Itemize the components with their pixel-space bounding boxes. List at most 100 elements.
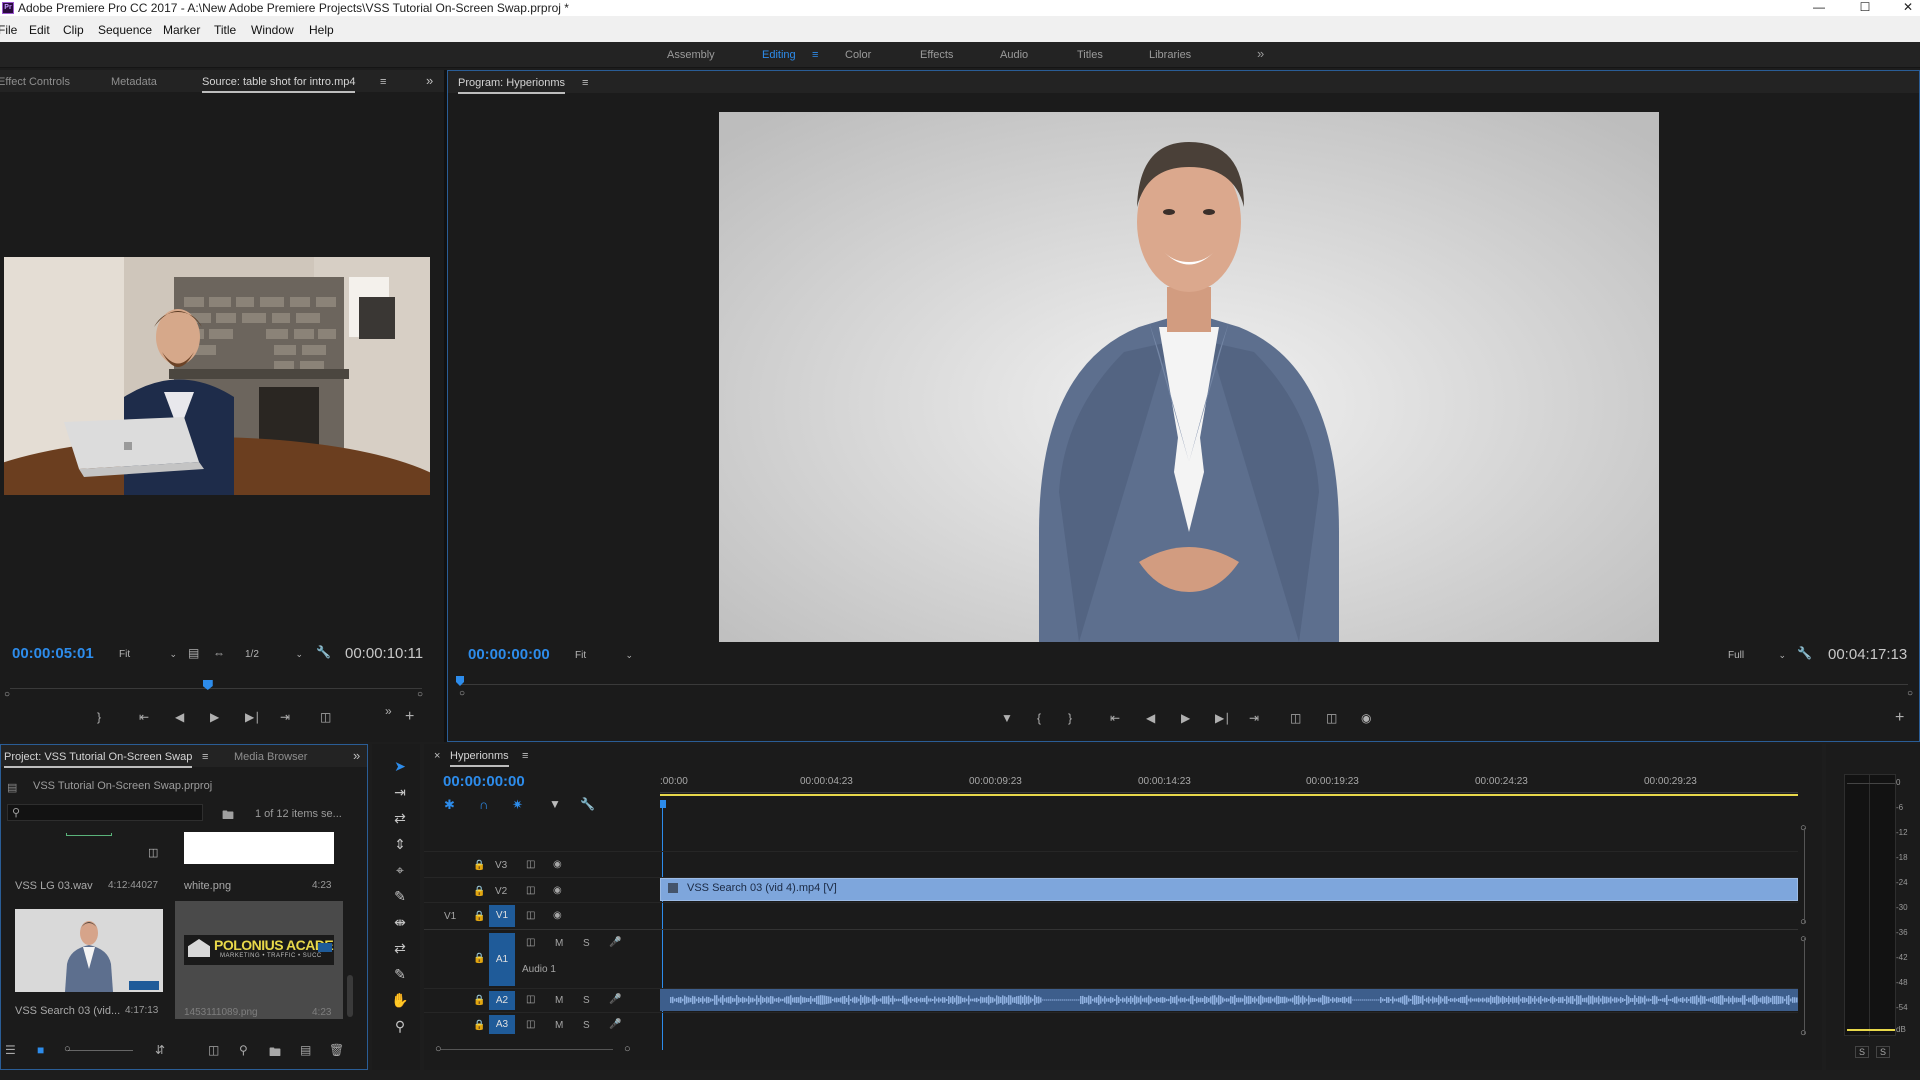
source-patch-v1[interactable]: V1: [444, 911, 456, 922]
project-panel-menu-icon[interactable]: ≡: [202, 751, 208, 763]
menu-window[interactable]: Window: [251, 23, 294, 37]
workspace-color[interactable]: Color: [845, 49, 871, 61]
automate-to-sequence-icon[interactable]: ◫: [208, 1043, 219, 1057]
find-icon[interactable]: ⚲: [239, 1043, 248, 1057]
rolling-edit-tool-icon[interactable]: ⇕: [388, 834, 412, 854]
source-settings-wrench-icon[interactable]: 🔧: [316, 645, 331, 659]
toggle-output-eye-icon[interactable]: ◉: [553, 859, 562, 870]
track-select-tool-icon[interactable]: ⇥: [388, 782, 412, 802]
sync-lock-icon[interactable]: ◫: [526, 859, 535, 870]
step-back-icon[interactable]: ◀: [175, 710, 184, 724]
tab-source[interactable]: Source: table shot for intro.mp4: [202, 76, 356, 93]
menu-file[interactable]: File: [0, 23, 17, 37]
hand-tool-icon[interactable]: ✋: [388, 990, 412, 1010]
step-forward-icon[interactable]: ▶∣: [245, 710, 260, 724]
project-item-thumbnail-logo[interactable]: POLONIUS ACADEMY MARKETING • TRAFFIC • S…: [184, 935, 334, 965]
project-item-name[interactable]: 1453111089.png: [184, 1007, 258, 1018]
project-item-thumbnail-audio[interactable]: ◫: [14, 833, 164, 871]
track-lock-icon[interactable]: 🔒: [473, 911, 485, 922]
track-name-v2[interactable]: V2: [495, 886, 507, 897]
linked-selection-icon[interactable]: ✷: [512, 797, 523, 813]
trash-icon[interactable]: 🗑: [329, 1043, 344, 1057]
program-zoom-handle-right[interactable]: ○: [1907, 688, 1913, 699]
workspace-libraries[interactable]: Libraries: [1149, 49, 1191, 61]
menu-edit[interactable]: Edit: [29, 23, 50, 37]
drop-frame-icon[interactable]: ⇔: [213, 646, 225, 660]
menu-help[interactable]: Help: [309, 23, 334, 37]
workspace-menu-icon[interactable]: ≡: [812, 49, 818, 61]
tab-sequence[interactable]: Hyperionms: [450, 750, 509, 767]
thumbnail-size-slider[interactable]: [68, 1050, 133, 1051]
timeline-audio-clip[interactable]: [660, 989, 1798, 1011]
workspace-effects[interactable]: Effects: [920, 49, 953, 61]
program-step-forward-icon[interactable]: ▶∣: [1215, 711, 1230, 725]
toggle-output-eye-icon[interactable]: ◉: [553, 885, 562, 896]
tab-effect-controls[interactable]: Effect Controls: [0, 76, 70, 88]
menu-title[interactable]: Title: [214, 23, 236, 37]
extract-icon[interactable]: ◫: [1326, 711, 1337, 725]
meter-solo-button-left[interactable]: S: [1855, 1046, 1870, 1058]
solo-track-button[interactable]: S: [583, 938, 590, 949]
tab-program[interactable]: Program: Hyperionms: [458, 77, 565, 94]
timeline-hscroll-bar[interactable]: [441, 1049, 613, 1050]
sort-icon[interactable]: ⇵: [155, 1043, 165, 1057]
track-lock-icon[interactable]: 🔒: [473, 860, 485, 871]
program-settings-wrench-icon[interactable]: 🔧: [1797, 646, 1812, 660]
tab-project[interactable]: Project: VSS Tutorial On-Screen Swap: [4, 751, 193, 768]
add-marker-timeline-icon[interactable]: ▼: [549, 797, 561, 811]
track-target-a3[interactable]: A3: [489, 1015, 515, 1034]
meter-solo-button-right[interactable]: S: [1876, 1046, 1891, 1058]
menu-sequence[interactable]: Sequence: [98, 23, 152, 37]
source-panel-overflow-icon[interactable]: »: [426, 73, 433, 88]
program-mark-out-icon[interactable]: }: [1068, 711, 1072, 725]
zoom-tool-icon[interactable]: ⚲: [388, 1016, 412, 1036]
source-play-icon[interactable]: ▶: [210, 710, 219, 724]
program-go-to-in-icon[interactable]: ⇤: [1110, 711, 1120, 725]
source-zoom-handle-left[interactable]: ○: [4, 689, 10, 700]
maximize-icon[interactable]: ☐: [1850, 0, 1880, 16]
new-item-icon[interactable]: ▤: [300, 1043, 311, 1057]
mute-track-button[interactable]: M: [555, 995, 563, 1006]
workspace-audio[interactable]: Audio: [1000, 49, 1028, 61]
program-quality-dropdown[interactable]: Full ⌄: [1728, 650, 1786, 661]
program-time-ruler[interactable]: [456, 676, 1908, 690]
lift-icon[interactable]: ◫: [1290, 711, 1301, 725]
tab-media-browser[interactable]: Media Browser: [234, 751, 307, 763]
project-panel-overflow-icon[interactable]: »: [353, 748, 360, 763]
project-item-thumbnail-video[interactable]: [15, 909, 163, 992]
source-add-button-icon[interactable]: +: [405, 708, 414, 726]
voiceover-record-icon[interactable]: 🎤: [609, 937, 621, 948]
tab-metadata[interactable]: Metadata: [111, 76, 157, 88]
source-fit-dropdown[interactable]: Fit ⌄: [119, 649, 177, 660]
source-resolution-dropdown[interactable]: 1/2 ⌄: [245, 649, 303, 660]
go-to-in-icon[interactable]: ⇤: [139, 710, 149, 724]
program-step-back-icon[interactable]: ◀: [1146, 711, 1155, 725]
snap-magnet-icon[interactable]: ∩: [479, 797, 488, 812]
mark-out-icon[interactable]: }: [97, 710, 101, 724]
program-go-to-out-icon[interactable]: ⇥: [1249, 711, 1259, 725]
workspace-titles[interactable]: Titles: [1077, 49, 1103, 61]
go-to-out-icon[interactable]: ⇥: [280, 710, 290, 724]
project-search-field[interactable]: ⚲: [7, 804, 203, 821]
track-lock-icon[interactable]: 🔒: [473, 886, 485, 897]
timeline-menu-icon[interactable]: ≡: [522, 750, 528, 762]
track-lock-icon[interactable]: 🔒: [473, 1020, 485, 1031]
insert-icon[interactable]: ◫: [320, 710, 331, 724]
safe-margins-icon[interactable]: ▤: [188, 646, 199, 660]
track-lock-icon[interactable]: 🔒: [473, 953, 485, 964]
solo-track-button[interactable]: S: [583, 1020, 590, 1031]
workspace-overflow-icon[interactable]: »: [1257, 46, 1264, 61]
project-search-input[interactable]: [26, 806, 196, 819]
menu-marker[interactable]: Marker: [163, 23, 200, 37]
track-target-v1[interactable]: V1: [489, 905, 515, 927]
program-video-frame[interactable]: [719, 112, 1659, 642]
program-play-icon[interactable]: ▶: [1181, 711, 1190, 725]
razor-tool-icon[interactable]: ✎: [388, 886, 412, 906]
timeline-playhead[interactable]: [660, 800, 666, 808]
program-add-button-icon[interactable]: +: [1895, 709, 1904, 727]
timeline-hscroll-handle-right[interactable]: ○: [624, 1043, 631, 1055]
new-bin-from-search-icon[interactable]: 🖿: [222, 806, 234, 827]
program-panel-menu-icon[interactable]: ≡: [582, 77, 588, 89]
export-frame-camera-icon[interactable]: ◉: [1361, 711, 1371, 725]
mute-track-button[interactable]: M: [555, 1020, 563, 1031]
